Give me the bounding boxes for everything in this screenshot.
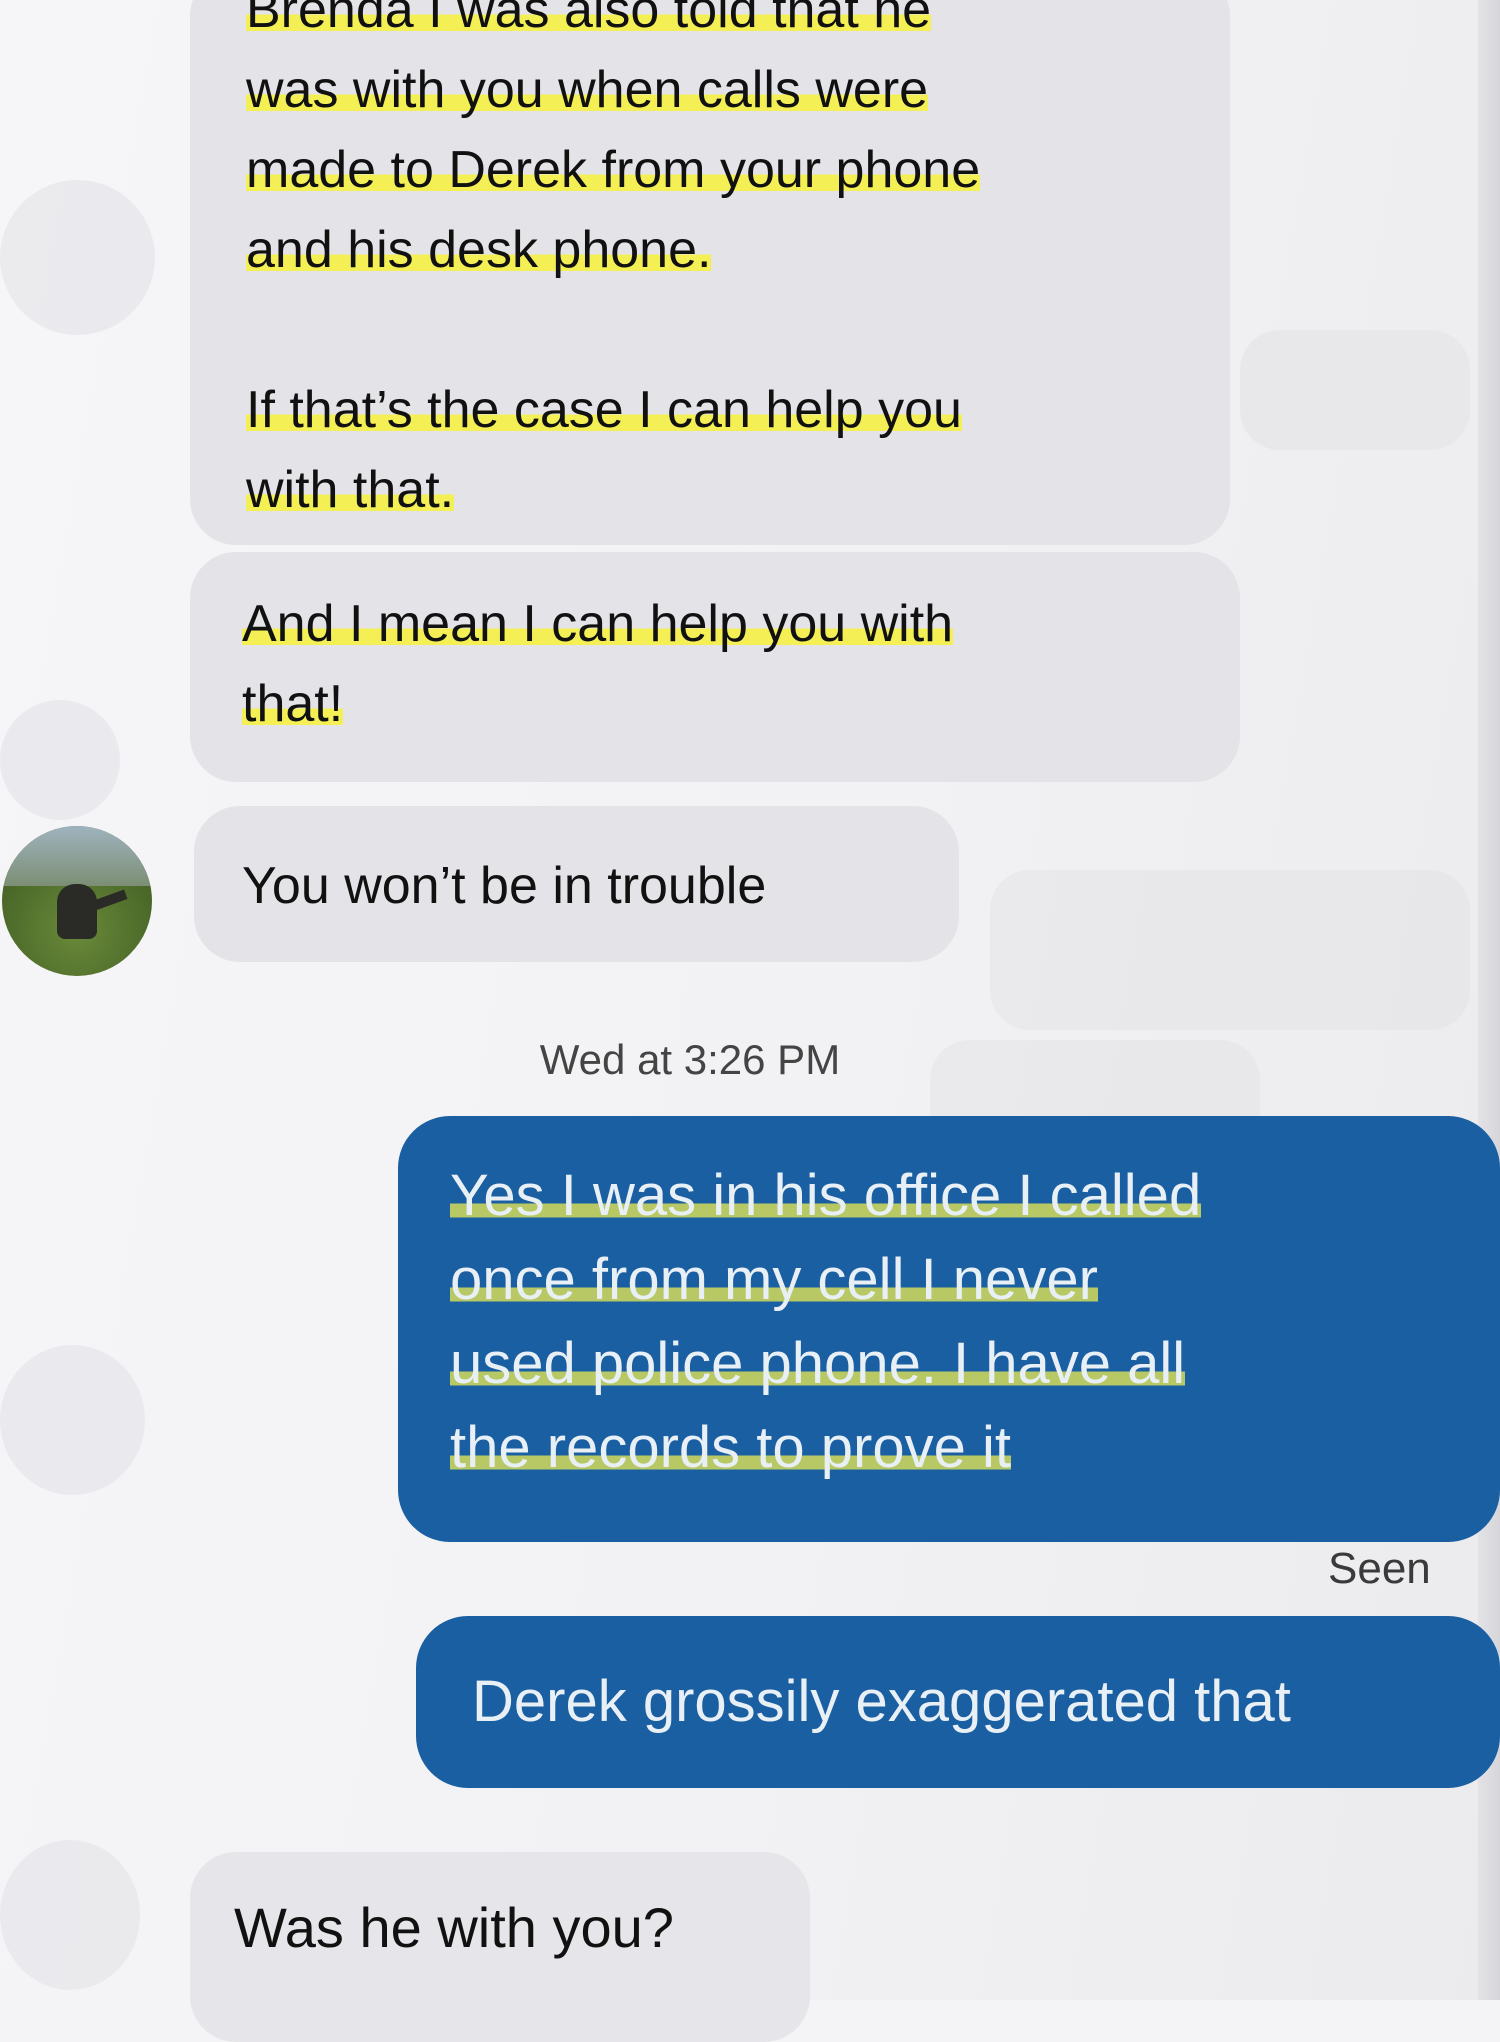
message-line: Derek grossily exaggerated that — [472, 1669, 1291, 1734]
message-line: that! — [242, 675, 344, 733]
ghost-avatar — [0, 180, 155, 335]
message-line: You won’t be in trouble — [242, 857, 767, 915]
ghost-bubble — [1240, 330, 1470, 450]
ghost-bubble — [990, 870, 1470, 1030]
message-line: with that. — [246, 461, 455, 519]
message-line: once from my cell I never — [450, 1247, 1098, 1312]
avatar-sky — [2, 826, 152, 886]
message-line: and his desk phone. — [246, 221, 712, 279]
message-line: And I mean I can help you with — [242, 595, 954, 653]
message-line: used police phone. I have all — [450, 1331, 1186, 1396]
ghost-avatar — [0, 1840, 140, 1990]
incoming-message-bubble[interactable]: And I mean I can help you with that! — [190, 552, 1240, 782]
seen-receipt: Seen — [1328, 1544, 1431, 1593]
ghost-avatar — [0, 700, 120, 820]
outgoing-message-bubble[interactable]: Derek grossily exaggerated that — [416, 1616, 1500, 1788]
contact-avatar[interactable] — [2, 826, 152, 976]
incoming-message-bubble[interactable]: Was he with you? — [190, 1852, 810, 2042]
message-line: was with you when calls were — [246, 61, 929, 119]
ghost-avatar — [0, 1345, 145, 1495]
incoming-message-bubble[interactable]: You won’t be in trouble — [194, 806, 959, 962]
message-line: Was he with you? — [234, 1896, 674, 1959]
message-line: Yes I was in his office I called — [450, 1163, 1202, 1228]
incoming-message-bubble[interactable]: Brenda I was also told that he was with … — [190, 0, 1230, 545]
message-line: the records to prove it — [450, 1415, 1011, 1480]
message-line: If that’s the case I can help you — [246, 381, 962, 439]
message-line: Brenda I was also told that he — [246, 0, 980, 50]
message-line: made to Derek from your phone — [246, 141, 981, 199]
outgoing-message-bubble[interactable]: Yes I was in his office I called once fr… — [398, 1116, 1500, 1542]
message-timestamp: Wed at 3:26 PM — [539, 1036, 841, 1083]
